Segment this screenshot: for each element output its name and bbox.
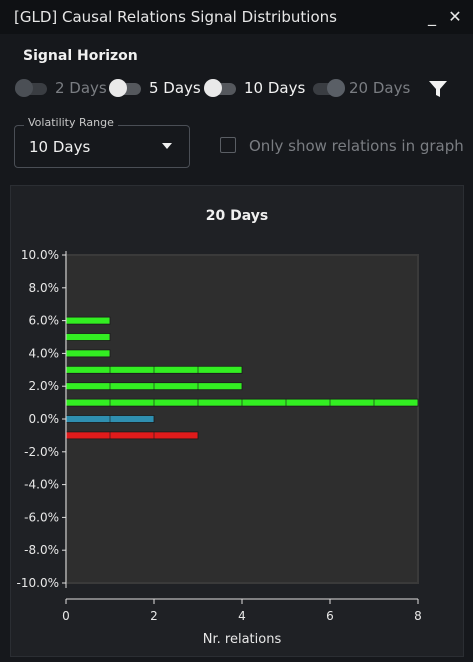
signal-horizon-label: Signal Horizon	[23, 48, 138, 64]
signal-distribution-chart: 20 Days 10.0% 8.0% 6.0% 4.0% 2.0% 0.0% -2.0% -4…	[17, 208, 422, 647]
x-tick-label: 6	[326, 609, 334, 623]
y-tick-label: 0.0%	[29, 412, 60, 426]
x-axis-label: Nr. relations	[203, 632, 282, 647]
x-tick-label: 8	[414, 609, 422, 623]
y-tick-label: -10.0%	[17, 576, 59, 590]
y-tick-label: -2.0%	[24, 445, 59, 459]
toggle-knob	[109, 79, 127, 97]
only-show-relations-label: Only show relations in graph	[249, 137, 464, 155]
chart-title: 20 Days	[206, 208, 268, 224]
toggle-label: 20 Days	[349, 79, 411, 97]
volatility-range-value: 10 Days	[29, 138, 91, 156]
volatility-range-legend: Volatility Range	[24, 116, 118, 129]
x-tick-label: 0	[62, 609, 70, 623]
x-tick-label: 2	[150, 609, 158, 623]
bar-positive	[65, 316, 111, 325]
y-tick-label: 6.0%	[29, 314, 60, 328]
toggle-knob	[15, 79, 33, 97]
toggle-knob	[204, 79, 222, 97]
y-tick-label: 2.0%	[29, 379, 60, 393]
toggle-label: 5 Days	[149, 79, 201, 97]
y-tick-label: -4.0%	[24, 478, 59, 492]
y-tick-label: 8.0%	[29, 281, 60, 295]
funnel-icon[interactable]	[428, 79, 448, 99]
chart-container: 20 Days 10.0% 8.0% 6.0% 4.0% 2.0% 0.0% -2.0% -4…	[10, 185, 464, 657]
bar-positive	[65, 333, 111, 341]
y-tick-label: -6.0%	[24, 510, 59, 524]
minimize-button[interactable]: _	[422, 6, 442, 28]
close-button[interactable]: ✕	[445, 6, 465, 28]
toggle-label: 10 Days	[244, 79, 306, 97]
caret-down-icon[interactable]	[162, 143, 172, 149]
bar-negative	[65, 431, 199, 440]
toggle-knob	[327, 79, 345, 97]
y-tick-label: -8.0%	[24, 543, 59, 557]
toggle-label: 2 Days	[55, 79, 107, 97]
y-tick-label: 4.0%	[29, 346, 60, 360]
window-title: [GLD] Causal Relations Signal Distributi…	[14, 8, 337, 26]
y-tick-label: 10.0%	[21, 248, 59, 262]
bar-positive	[65, 349, 111, 358]
title-bar: [GLD] Causal Relations Signal Distributi…	[0, 0, 473, 35]
only-show-relations-checkbox[interactable]	[220, 137, 236, 153]
x-tick-label: 4	[238, 609, 246, 623]
